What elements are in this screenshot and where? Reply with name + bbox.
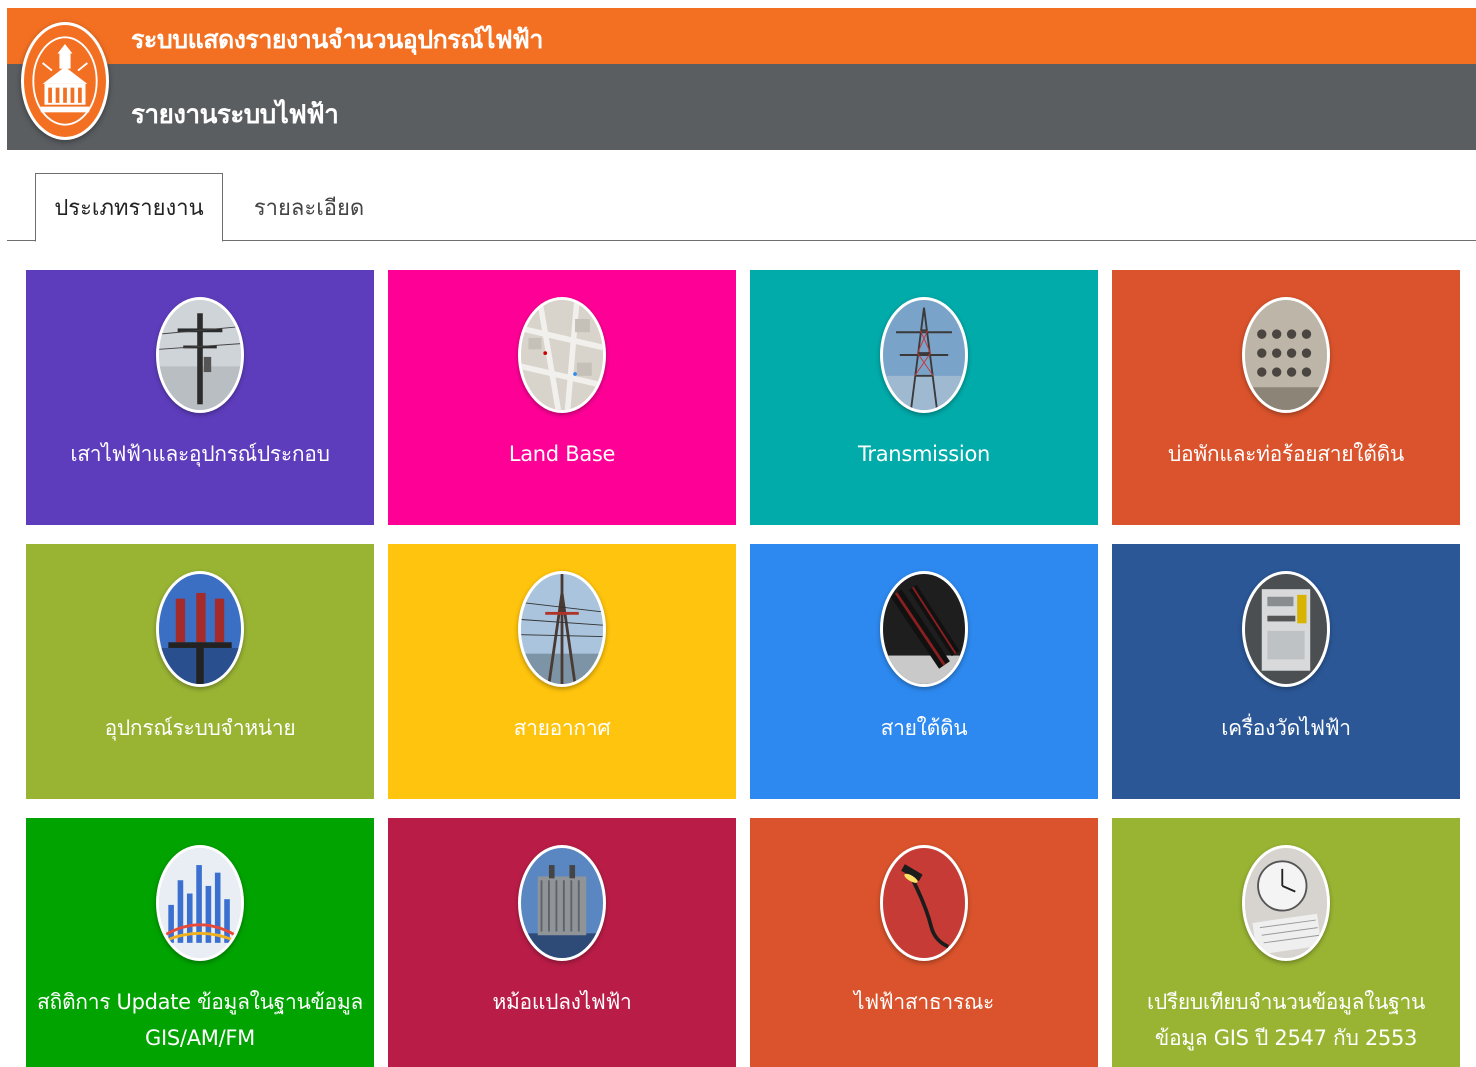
tile-overhead-cable[interactable]: สายอากาศ xyxy=(388,544,736,799)
conduit-pipes-icon xyxy=(1242,297,1330,413)
tile-label: หม้อแปลงไฟฟ้า xyxy=(492,990,632,1014)
tile-label: ไฟฟ้าสาธารณะ xyxy=(853,990,995,1014)
tile-gis-update-statistics[interactable]: สถิติการ Update ข้อมูลในฐานข้อมูล GIS/AM… xyxy=(26,818,374,1067)
tile-label: บ่อพักและท่อร้อยสายใต้ดิน xyxy=(1168,442,1404,466)
tile-distribution-equipment[interactable]: อุปกรณ์ระบบจำหน่าย xyxy=(26,544,374,799)
tile-label: สถิติการ Update ข้อมูลในฐานข้อมูล GIS/AM… xyxy=(37,990,363,1050)
street-light-icon xyxy=(880,845,968,961)
transmission-tower-icon xyxy=(880,297,968,413)
tile-transformer[interactable]: หม้อแปลงไฟฟ้า xyxy=(388,818,736,1067)
tile-land-base[interactable]: Land Base xyxy=(388,270,736,525)
tile-conduit-manholes[interactable]: บ่อพักและท่อร้อยสายใต้ดิน xyxy=(1112,270,1460,525)
tab-strip-divider xyxy=(7,240,1476,241)
statistics-chart-icon xyxy=(156,845,244,961)
tile-electric-meter[interactable]: เครื่องวัดไฟฟ้า xyxy=(1112,544,1460,799)
utility-pole-icon xyxy=(156,297,244,413)
tab-report-types[interactable]: ประเภทรายงาน xyxy=(35,173,223,242)
tile-underground-cable[interactable]: สายใต้ดิน xyxy=(750,544,1098,799)
tile-label: เสาไฟฟ้าและอุปกรณ์ประกอบ xyxy=(70,442,330,466)
page-header-bar: รายงานระบบไฟฟ้า xyxy=(7,64,1476,150)
underground-cable-icon xyxy=(880,571,968,687)
tile-label: เปรียบเทียบจำนวนข้อมูลในฐานข้อมูล GIS ปี… xyxy=(1146,990,1426,1050)
tile-label: Transmission xyxy=(857,442,991,466)
app-frame: ระบบแสดงรายงานจำนวนอุปกรณ์ไฟฟ้า รายงานระ… xyxy=(7,8,1476,1067)
distribution-equipment-icon xyxy=(156,571,244,687)
tile-gis-data-comparison[interactable]: เปรียบเทียบจำนวนข้อมูลในฐานข้อมูล GIS ปี… xyxy=(1112,818,1460,1067)
tab-details[interactable]: รายละเอียด xyxy=(239,173,379,242)
tile-label: เครื่องวัดไฟฟ้า xyxy=(1221,716,1351,740)
app-title: ระบบแสดงรายงานจำนวนอุปกรณ์ไฟฟ้า xyxy=(131,25,543,54)
page-title: รายงานระบบไฟฟ้า xyxy=(131,100,339,130)
tile-label: สายอากาศ xyxy=(513,716,611,740)
overhead-cable-icon xyxy=(518,571,606,687)
tile-label: Land Base xyxy=(508,442,616,466)
tile-utility-poles[interactable]: เสาไฟฟ้าและอุปกรณ์ประกอบ xyxy=(26,270,374,525)
electric-meter-icon xyxy=(1242,571,1330,687)
tile-label: อุปกรณ์ระบบจำหน่าย xyxy=(104,716,296,740)
tile-label: สายใต้ดิน xyxy=(880,716,968,740)
tile-public-lighting[interactable]: ไฟฟ้าสาธารณะ xyxy=(750,818,1098,1067)
transformer-icon xyxy=(518,845,606,961)
city-hall-emblem-icon[interactable] xyxy=(21,22,109,140)
tile-transmission[interactable]: Transmission xyxy=(750,270,1098,525)
top-header-bar: ระบบแสดงรายงานจำนวนอุปกรณ์ไฟฟ้า xyxy=(7,8,1476,64)
map-icon xyxy=(518,297,606,413)
clock-compare-icon xyxy=(1242,845,1330,961)
